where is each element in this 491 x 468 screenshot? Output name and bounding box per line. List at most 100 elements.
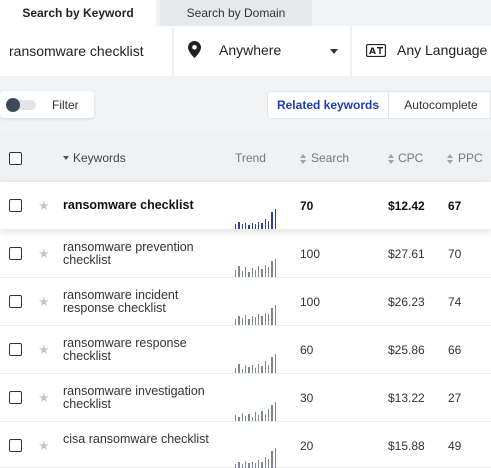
keyword-text[interactable]: ransomware investigation checklist xyxy=(63,385,223,411)
column-header-cpc[interactable]: CPC xyxy=(398,151,423,165)
row-checkbox[interactable] xyxy=(9,199,22,212)
ppc-value: 66 xyxy=(448,343,462,357)
column-header-ppc[interactable]: PPC xyxy=(458,151,483,165)
keyword-text[interactable]: ransomware checklist xyxy=(63,199,223,212)
sort-desc-icon xyxy=(63,156,69,160)
cpc-value: $27.61 xyxy=(388,247,425,261)
filter-toggle-button[interactable]: Filter xyxy=(0,91,94,118)
row-checkbox[interactable] xyxy=(9,247,22,260)
sort-icon xyxy=(300,154,306,164)
keyword-search-input[interactable] xyxy=(0,26,171,76)
row-checkbox[interactable] xyxy=(9,343,22,356)
trend-bar xyxy=(251,417,253,421)
star-icon[interactable]: ★ xyxy=(38,199,50,212)
trend-bar xyxy=(264,313,267,325)
location-dropdown[interactable]: Anywhere xyxy=(174,26,350,76)
star-icon[interactable]: ★ xyxy=(38,247,50,260)
select-all-checkbox[interactable] xyxy=(9,152,22,165)
sort-icon xyxy=(388,154,394,164)
trend-bar xyxy=(235,224,237,229)
trend-bar xyxy=(271,451,273,468)
table-row[interactable]: ★ ransomware checklist 70 $12.42 67 xyxy=(0,182,491,230)
trend-bar xyxy=(264,414,267,421)
star-icon[interactable]: ★ xyxy=(38,439,50,452)
search-bar: Anywhere A Any Language xyxy=(0,26,491,76)
trend-bar xyxy=(264,457,267,468)
trend-bar xyxy=(254,317,257,325)
language-value: Any Language xyxy=(397,42,488,58)
row-checkbox[interactable] xyxy=(9,295,22,308)
trend-bar xyxy=(251,365,253,373)
related-keywords-button[interactable]: Related keywords xyxy=(268,92,389,118)
keyword-text[interactable]: ransomware prevention checklist xyxy=(63,241,223,267)
trend-sparkline xyxy=(235,209,277,229)
trend-bar xyxy=(248,225,250,229)
trend-bar xyxy=(254,224,257,229)
keyword-text[interactable]: ransomware incident response checklist xyxy=(63,289,223,315)
chevron-down-icon xyxy=(330,49,338,54)
column-header-keywords[interactable]: Keywords xyxy=(73,151,126,165)
trend-bar xyxy=(274,402,276,421)
trend-bar xyxy=(244,416,247,421)
trend-bar xyxy=(274,448,276,468)
language-dropdown[interactable]: A Any Language xyxy=(352,26,491,76)
star-icon[interactable]: ★ xyxy=(38,343,50,356)
trend-bar xyxy=(244,267,247,277)
trend-bar xyxy=(248,463,250,468)
trend-bar xyxy=(271,308,273,325)
trend-bar xyxy=(274,354,276,373)
translate-icon: A xyxy=(365,43,387,62)
trend-bar xyxy=(274,305,276,325)
table-row[interactable]: ★ cisa ransomware checklist 20 $15.88 49 xyxy=(0,422,491,468)
cpc-value: $25.86 xyxy=(388,343,425,357)
trend-bar xyxy=(248,367,250,373)
trend-bar xyxy=(235,464,237,468)
ppc-value: 67 xyxy=(448,199,462,213)
autocomplete-button[interactable]: Autocomplete xyxy=(390,92,491,118)
trend-bar xyxy=(264,265,267,277)
trend-bar xyxy=(258,314,260,325)
trend-bar xyxy=(241,318,243,325)
search-mode-tabs: Search by Keyword Search by Domain xyxy=(0,0,491,26)
tab-search-by-keyword[interactable]: Search by Keyword xyxy=(0,0,156,26)
trend-sparkline xyxy=(235,257,277,277)
trend-sparkline xyxy=(235,305,277,325)
keyword-text[interactable]: ransomware response checklist xyxy=(63,337,223,363)
trend-sparkline xyxy=(235,353,277,373)
trend-bar xyxy=(258,364,260,373)
star-icon[interactable]: ★ xyxy=(38,295,50,308)
trend-bar xyxy=(254,412,257,421)
trend-bar xyxy=(271,357,273,373)
trend-bar xyxy=(274,259,276,277)
column-header-trend: Trend xyxy=(235,151,266,165)
filter-switch[interactable] xyxy=(6,98,36,112)
map-pin-icon xyxy=(188,41,201,63)
trend-bar xyxy=(241,413,243,421)
trend-bar xyxy=(258,266,260,277)
star-icon[interactable]: ★ xyxy=(38,391,50,404)
tab-search-by-domain[interactable]: Search by Domain xyxy=(160,0,312,26)
trend-bar xyxy=(268,409,270,421)
trend-sparkline xyxy=(235,448,277,468)
row-checkbox[interactable] xyxy=(9,391,22,404)
column-header-search[interactable]: Search xyxy=(311,151,349,165)
trend-bar xyxy=(261,366,263,373)
filter-label: Filter xyxy=(52,98,79,112)
table-row[interactable]: ★ ransomware prevention checklist 100 $2… xyxy=(0,230,491,278)
table-row[interactable]: ★ ransomware investigation checklist 30 … xyxy=(0,374,491,422)
trend-sparkline xyxy=(235,401,277,421)
switch-knob xyxy=(6,98,20,112)
table-row[interactable]: ★ ransomware response checklist 60 $25.8… xyxy=(0,326,491,374)
ppc-value: 27 xyxy=(448,391,462,405)
trend-bar xyxy=(268,221,270,229)
trend-bar xyxy=(258,460,260,468)
row-checkbox[interactable] xyxy=(9,439,22,452)
trend-bar xyxy=(251,268,253,277)
trend-bar xyxy=(238,462,240,468)
search-volume: 100 xyxy=(300,247,321,261)
table-row[interactable]: ★ ransomware incident response checklist… xyxy=(0,278,491,326)
trend-bar xyxy=(241,271,243,277)
trend-bar xyxy=(264,219,267,229)
trend-bar xyxy=(261,411,263,421)
keyword-text[interactable]: cisa ransomware checklist xyxy=(63,433,223,446)
